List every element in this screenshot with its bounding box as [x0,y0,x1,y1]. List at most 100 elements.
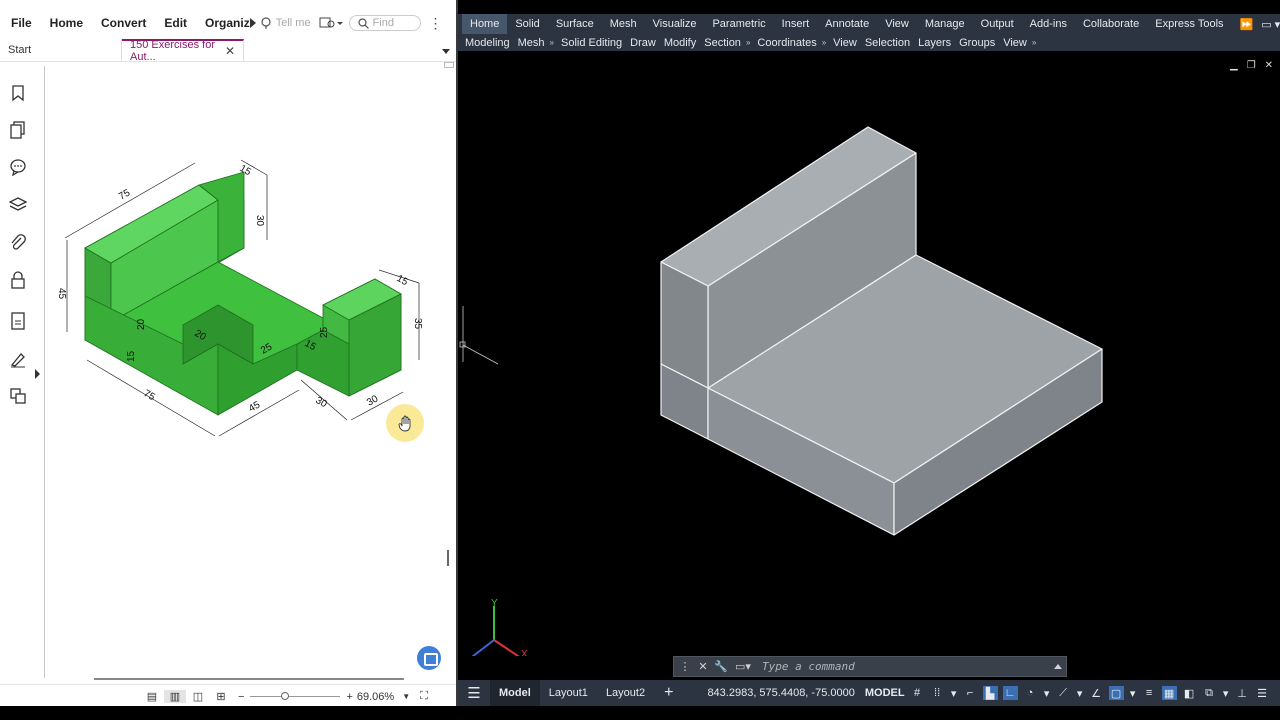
selection-cycling-icon[interactable]: ◧ [1182,686,1197,700]
space-toggle[interactable]: MODEL [865,687,905,699]
recent-commands-icon[interactable]: ▭▾ [732,660,754,673]
panel-mesh-expand-icon[interactable]: » [550,38,554,47]
panel-view-2[interactable]: View [999,37,1031,49]
3d-solid[interactable] [660,126,1103,536]
add-layout-icon[interactable]: + [654,684,683,702]
pdf-horizontal-scrollbar[interactable] [40,674,444,684]
polar-tracking-icon[interactable]: ◔ [1023,686,1038,700]
ribbon-tab-surface[interactable]: Surface [548,14,602,34]
panel-section[interactable]: Section [700,37,745,49]
ribbon-tab-output[interactable]: Output [973,14,1022,34]
fullscreen-icon[interactable]: ⛶ [420,690,428,703]
zoom-in-icon[interactable]: + [346,691,352,703]
ribbon-tab-manage[interactable]: Manage [917,14,973,34]
bookmark-icon[interactable] [9,84,27,102]
zoom-knob[interactable] [281,691,290,700]
two-page-view-icon[interactable]: ◫ [187,690,209,703]
expand-panel-icon[interactable] [35,369,40,379]
menu-file[interactable]: File [0,16,41,30]
panel-coordinates[interactable]: Coordinates [753,37,820,49]
panel-modeling[interactable]: Modeling [458,37,514,49]
dynamic-input-icon[interactable]: ▙ [982,686,998,700]
layout-tab-model[interactable]: Model [490,680,540,706]
infer-constraints-icon[interactable]: ⌐ [963,686,978,700]
two-page-continuous-icon[interactable]: ⊞ [210,690,232,703]
panel-selection[interactable]: Selection [861,37,914,49]
workspace-dropdown-icon[interactable]: ▾ [1222,686,1230,700]
ortho-icon[interactable]: ∟ [1002,686,1018,700]
lock-icon[interactable] [9,271,27,289]
polar-dropdown-icon[interactable]: ▾ [1043,686,1051,700]
grid-icon[interactable]: # [910,686,925,700]
tab-start[interactable]: Start [0,39,122,61]
tab-document[interactable]: 150 Exercises for Aut... ✕ [122,39,244,63]
model-viewport[interactable]: Y X [458,52,1280,656]
snap-icon[interactable]: ⁞⁞ [930,686,945,700]
ribbon-tab-view[interactable]: View [877,14,917,34]
menu-convert[interactable]: Convert [92,16,155,30]
zoom-out-icon[interactable]: − [238,691,244,703]
panel-layers[interactable]: Layers [914,37,955,49]
ribbon-tab-parametric[interactable]: Parametric [704,14,773,34]
panel-mesh[interactable]: Mesh [514,37,549,49]
isodraft-dropdown-icon[interactable]: ▾ [1076,686,1084,700]
panel-draw[interactable]: Draw [626,37,660,49]
panel-solid-editing[interactable]: Solid Editing [557,37,626,49]
annotation-scale-icon[interactable]: ⊥ [1235,686,1250,700]
ribbon-tab-solid[interactable]: Solid [507,14,547,34]
tell-me-box[interactable]: Tell me [260,16,311,30]
comment-icon[interactable] [9,158,27,176]
pdf-vertical-scrollbar[interactable] [443,62,455,684]
ribbon-tab-addins[interactable]: Add-ins [1022,14,1075,34]
ribbon-overflow-icon[interactable]: ⏩ [1232,14,1262,34]
tab-list-dropdown-icon[interactable] [442,49,450,54]
ribbon-tab-mesh[interactable]: Mesh [602,14,645,34]
ribbon-tab-express-tools[interactable]: Express Tools [1147,14,1231,34]
more-options-icon[interactable]: ⋮ [429,15,443,32]
search-options-icon[interactable] [319,16,343,30]
find-field[interactable]: Find [348,15,421,31]
layers-icon[interactable] [9,196,27,214]
ribbon-tab-home[interactable]: Home [462,14,508,34]
ribbon-tab-annotate[interactable]: Annotate [817,14,877,34]
ribbon-display-toggle-icon[interactable]: ▭ ▾ [1261,14,1280,34]
panel-view[interactable]: View [829,37,861,49]
ai-assistant-icon[interactable] [417,646,441,670]
customize-icon[interactable]: 🔧 [714,660,728,673]
layout-tab-layout2[interactable]: Layout2 [597,680,654,706]
menu-organize[interactable]: Organiz [196,16,254,30]
close-tab-icon[interactable]: ✕ [225,44,235,58]
panel-view-2-expand-icon[interactable]: » [1032,38,1036,47]
document-icon[interactable] [9,312,27,330]
lineweight-icon[interactable]: ≡ [1142,686,1157,700]
compare-icon[interactable] [9,387,27,405]
isodraft-icon[interactable]: ⟋ [1056,686,1071,700]
command-history-icon[interactable] [1054,664,1062,669]
attachment-icon[interactable] [9,234,27,252]
object-snap-tracking-icon[interactable]: ∠ [1089,686,1104,700]
zoom-value[interactable]: 69.06% [357,691,394,703]
command-input[interactable]: Type a command [762,660,1054,673]
object-snap-icon[interactable]: ▢ [1108,686,1124,700]
ribbon-tab-collaborate[interactable]: Collaborate [1075,14,1147,34]
panel-groups[interactable]: Groups [955,37,999,49]
ribbon-tab-insert[interactable]: Insert [774,14,818,34]
layout-menu-icon[interactable]: ☰ [458,684,490,702]
panel-coordinates-expand-icon[interactable]: » [822,38,826,47]
pages-icon[interactable] [9,121,27,139]
scroll-thumb[interactable] [447,550,449,566]
single-page-view-icon[interactable]: ▤ [141,690,163,703]
snap-dropdown-icon[interactable]: ▾ [950,686,958,700]
osnap-dropdown-icon[interactable]: ▾ [1129,686,1137,700]
ribbon-tab-visualize[interactable]: Visualize [645,14,705,34]
menu-home[interactable]: Home [41,16,92,30]
zoom-dropdown-icon[interactable]: ▼ [402,692,410,701]
transparency-icon[interactable]: ▦ [1161,686,1177,700]
sign-icon[interactable] [9,350,27,368]
zoom-slider[interactable] [250,691,341,702]
customization-icon[interactable]: ☰ [1255,686,1270,700]
menu-edit[interactable]: Edit [155,16,196,30]
hscroll-thumb[interactable] [94,678,404,680]
cursor-coordinates[interactable]: 843.2983, 575.4408, -75.0000 [707,687,854,699]
command-grip-icon[interactable]: ⋮ [678,660,692,673]
